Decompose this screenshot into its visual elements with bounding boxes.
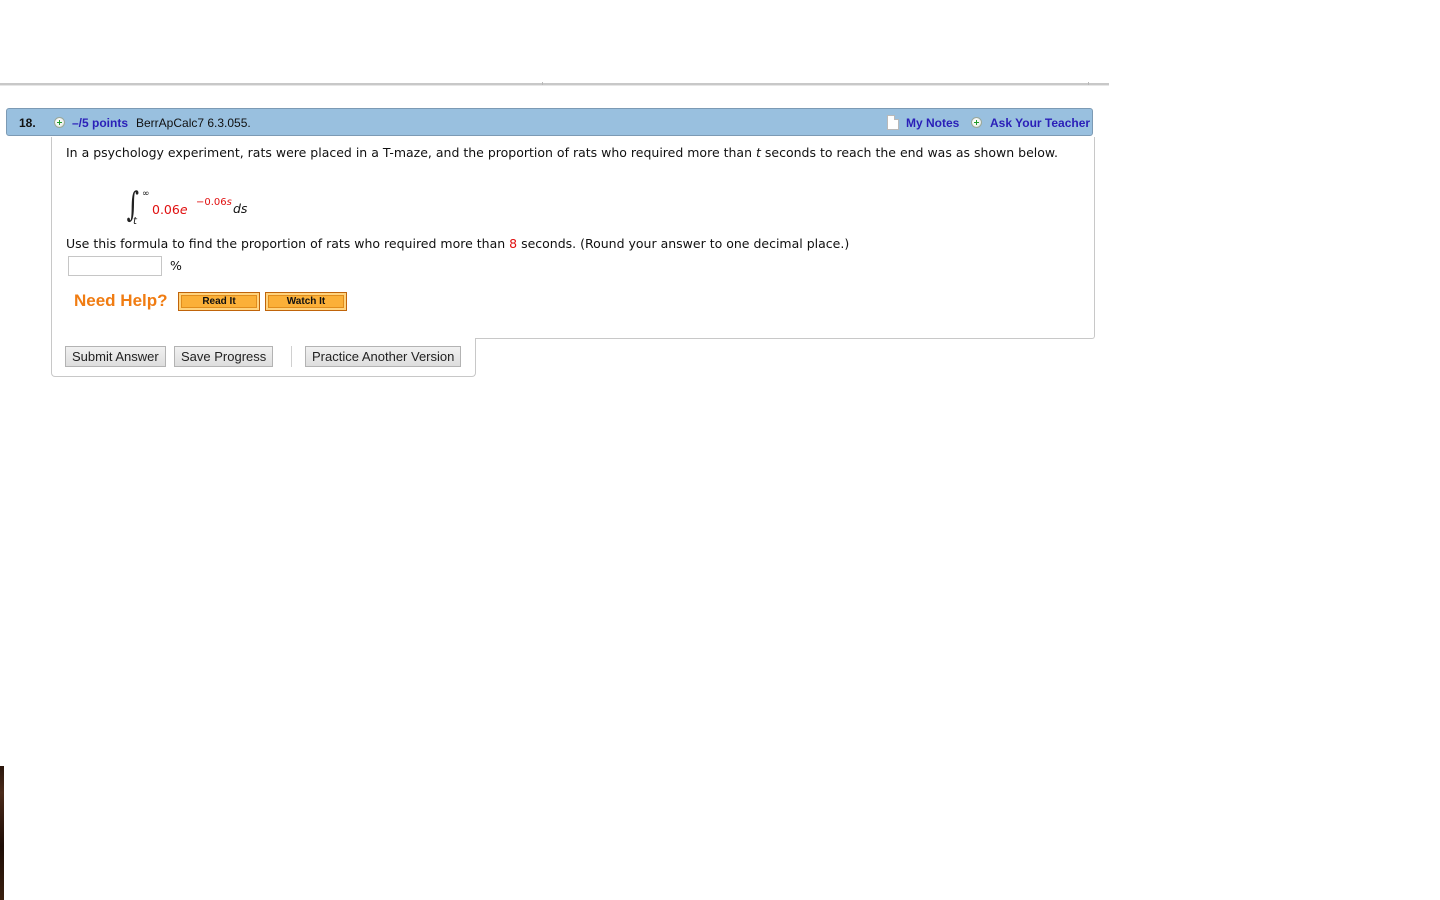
save-progress-button[interactable]: Save Progress [174, 346, 274, 367]
question-header: 18. –/5 points BerrApCalc7 6.3.055. My N… [6, 108, 1093, 136]
my-notes-link[interactable]: My Notes [906, 116, 959, 130]
instruction-text-end: seconds. (Round your answer to one decim… [517, 236, 850, 251]
divider-tick [1088, 82, 1089, 85]
exponent-variable: s [226, 197, 232, 208]
page-divider [0, 83, 1109, 86]
differential: ds [233, 201, 248, 216]
coefficient-value: 0.06 [152, 202, 180, 217]
notes-page-icon[interactable] [887, 115, 899, 130]
expand-plus-icon[interactable] [54, 117, 65, 128]
read-it-button[interactable]: Read It [178, 292, 260, 311]
question-prompt: In a psychology experiment, rats were pl… [66, 143, 1076, 163]
exponent-value: −0.06 [196, 197, 227, 208]
question-number: 18. [19, 116, 36, 130]
instruction-text: Use this formula to find the proportion … [66, 236, 510, 251]
prompt-text: In a psychology experiment, rats were pl… [66, 145, 756, 160]
submit-answer-button[interactable]: Submit Answer [65, 346, 166, 367]
integrand-coefficient: 0.06e [152, 202, 188, 217]
lower-limit: t [133, 216, 137, 227]
points-label: –/5 points [72, 116, 129, 130]
upper-limit: ∞ [142, 189, 150, 199]
need-help-label: Need Help? [74, 291, 168, 310]
desktop-edge [0, 766, 4, 900]
answer-unit: % [170, 258, 182, 273]
ask-teacher-link[interactable]: Ask Your Teacher [990, 116, 1090, 130]
watch-it-button[interactable]: Watch It [265, 292, 347, 311]
question-reference: BerrApCalc7 6.3.055. [136, 116, 251, 130]
integrand-exponent: −0.06s [196, 197, 232, 208]
prompt-text-end: seconds to reach the end was as shown be… [760, 145, 1058, 160]
question-instruction: Use this formula to find the proportion … [66, 235, 849, 253]
integral-formula: ∫ ∞ t 0.06e −0.06s ds [124, 185, 264, 232]
ask-teacher-plus-icon[interactable] [971, 117, 982, 128]
instruction-value: 8 [509, 236, 518, 251]
answer-input[interactable] [68, 256, 162, 276]
divider-tick [542, 82, 543, 85]
button-separator [291, 346, 292, 367]
practice-another-version-button[interactable]: Practice Another Version [305, 346, 462, 367]
exponential-base: e [179, 202, 188, 217]
